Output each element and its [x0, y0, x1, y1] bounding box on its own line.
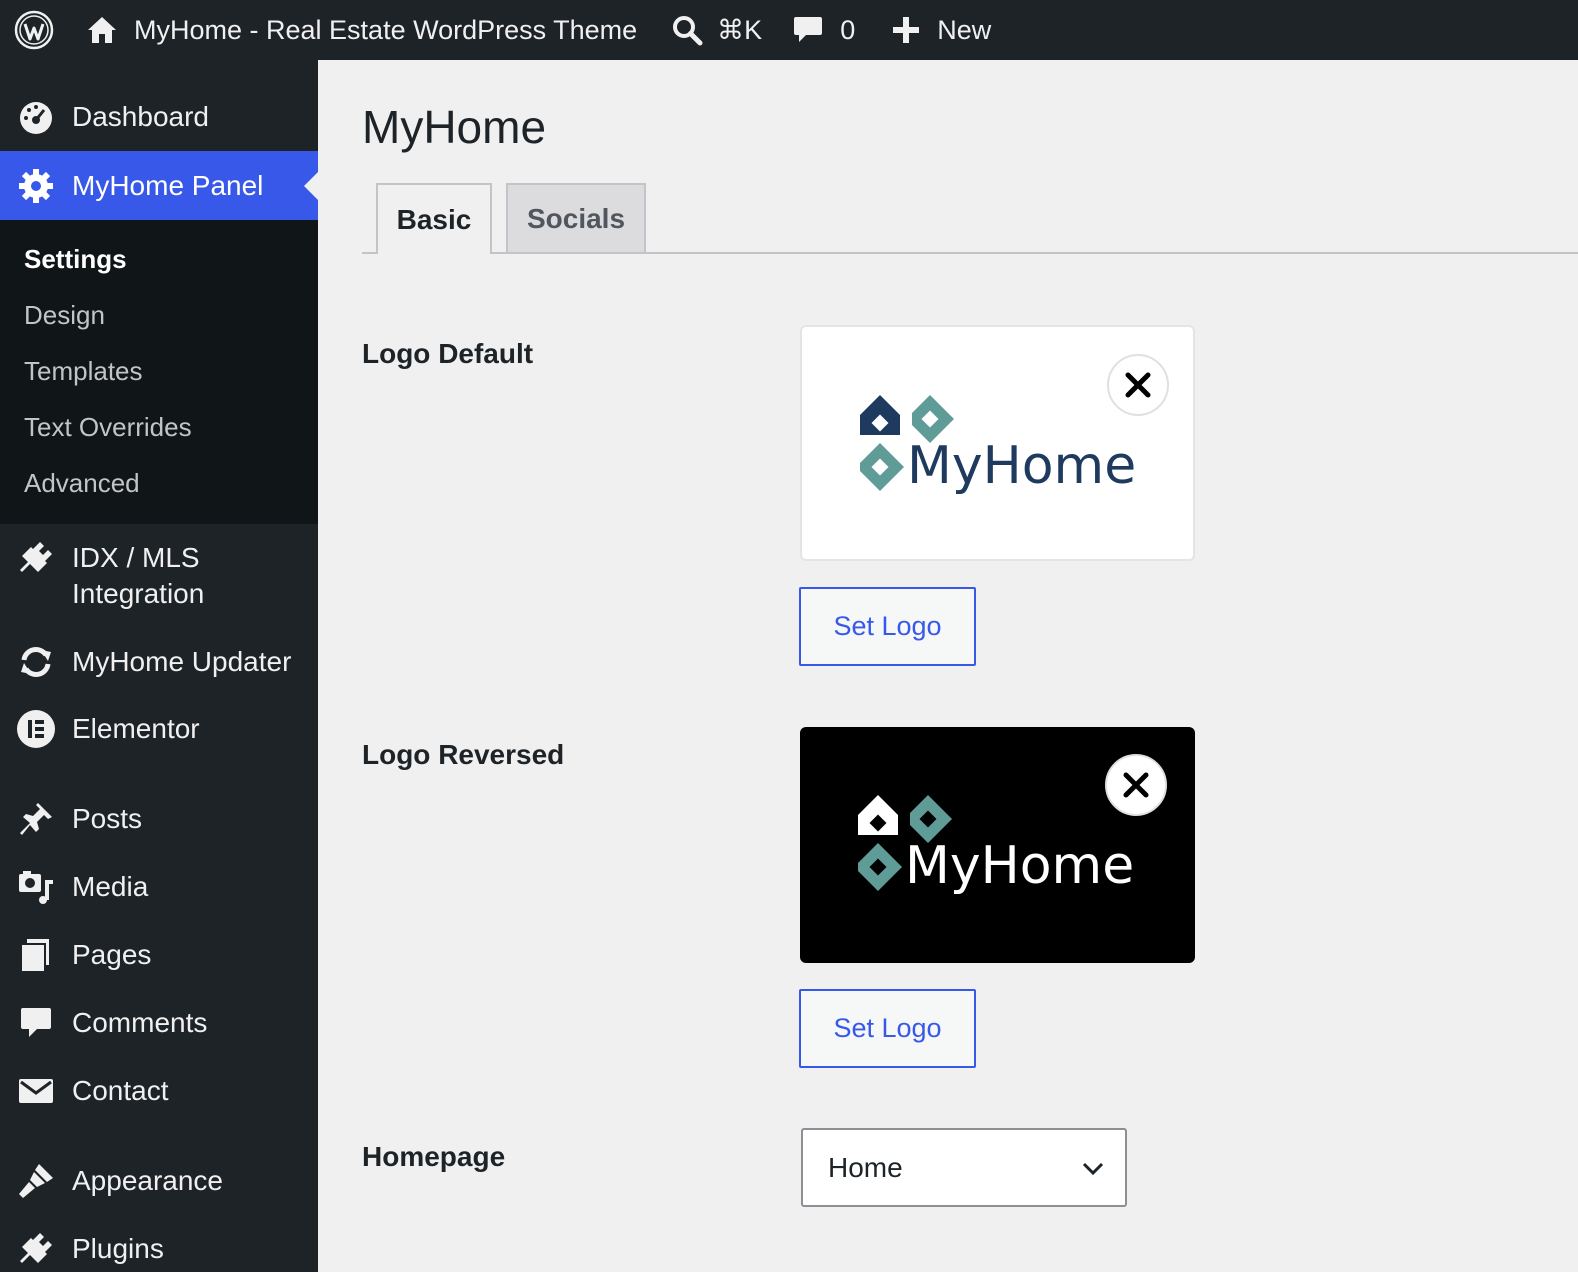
menu-item-elementor[interactable]: Elementor	[0, 709, 318, 749]
homepage-label: Homepage	[362, 1141, 506, 1172]
logo-reversed-label: Logo Reversed	[362, 739, 565, 770]
menu-item-pages[interactable]: Pages	[0, 937, 318, 973]
elementor-icon	[16, 709, 56, 749]
comment-icon	[16, 1003, 56, 1043]
logo-wordmark: MyHome	[907, 436, 1136, 495]
paintbrush-icon	[16, 1161, 56, 1201]
menu-label-myhome-panel: MyHome Panel	[72, 169, 264, 201]
menu-item-myhome-panel[interactable]: MyHome Panel	[0, 151, 318, 220]
wordpress-logo-button[interactable]	[0, 0, 68, 60]
menu-label-dashboard: Dashboard	[72, 101, 209, 132]
menu-label-posts: Posts	[72, 803, 143, 834]
submenu-text-overrides[interactable]: Text Overrides	[24, 412, 192, 443]
menu-label-comments: Comments	[72, 1007, 208, 1038]
menu-item-plugins[interactable]: Plugins	[0, 1231, 318, 1267]
gear-icon	[16, 166, 56, 206]
command-palette-button[interactable]: ⌘K	[671, 0, 762, 60]
dashboard-gauge-icon	[16, 97, 56, 137]
submenu-advanced[interactable]: Advanced	[24, 468, 140, 499]
myhome-submenu: Settings Design Templates Text Overrides…	[0, 220, 318, 524]
logo-reversed-preview: MyHome	[800, 727, 1195, 963]
comments-count: 0	[840, 14, 856, 45]
logo-default-label: Logo Default	[362, 338, 534, 369]
homepage-select-value: Home	[828, 1151, 903, 1183]
wordpress-icon	[14, 10, 54, 50]
myhome-logo-reversed-image: MyHome	[858, 795, 1134, 895]
menu-item-appearance[interactable]: Appearance	[0, 1163, 318, 1199]
page-title: MyHome	[362, 101, 547, 153]
new-label: New	[937, 14, 992, 45]
menu-item-myhome-updater[interactable]: MyHome Updater	[0, 644, 318, 680]
search-icon	[673, 16, 703, 46]
menu-label-media: Media	[72, 871, 149, 902]
logo-default-preview: MyHome	[800, 325, 1195, 561]
submenu-settings[interactable]: Settings	[24, 244, 127, 275]
remove-logo-default-button[interactable]	[1107, 354, 1169, 416]
site-name-link[interactable]: MyHome - Real Estate WordPress Theme	[68, 0, 637, 60]
admin-bar: MyHome - Real Estate WordPress Theme ⌘K …	[0, 0, 1578, 60]
menu-label-idx-line2: Integration	[72, 578, 205, 609]
plus-icon	[893, 17, 920, 43]
set-logo-reversed-button[interactable]: Set Logo	[799, 989, 976, 1068]
menu-item-media[interactable]: Media	[0, 869, 318, 905]
submenu-design[interactable]: Design	[24, 300, 105, 331]
myhome-logo-image: MyHome	[860, 395, 1136, 495]
menu-item-comments[interactable]: Comments	[0, 1005, 318, 1041]
menu-label-plugins: Plugins	[72, 1233, 164, 1264]
tab-basic[interactable]: Basic	[376, 183, 492, 254]
menu-label-elementor: Elementor	[72, 713, 200, 744]
menu-item-dashboard[interactable]: Dashboard	[0, 84, 318, 150]
comment-bubble-icon	[794, 17, 823, 42]
set-logo-default-button[interactable]: Set Logo	[799, 587, 976, 666]
search-shortcut: ⌘K	[717, 14, 763, 45]
menu-label-appearance: Appearance	[72, 1165, 224, 1196]
plugin-plug-icon	[16, 538, 56, 578]
comments-link[interactable]: 0	[792, 0, 855, 60]
plugins-plug-icon	[16, 1229, 56, 1269]
media-camera-music-icon	[16, 867, 56, 907]
menu-item-posts[interactable]: Posts	[0, 801, 318, 837]
home-icon	[88, 17, 116, 43]
menu-label-idx-line1: IDX / MLS	[72, 542, 200, 573]
menu-item-contact[interactable]: Contact	[0, 1073, 318, 1109]
menu-label-pages: Pages	[72, 939, 152, 970]
new-content-button[interactable]: New	[891, 0, 991, 60]
menu-item-idx-mls[interactable]: IDX / MLS Integration	[0, 532, 318, 636]
menu-label-myhome-updater: MyHome Updater	[72, 646, 292, 677]
site-name: MyHome - Real Estate WordPress Theme	[134, 14, 638, 45]
tabs-divider	[362, 252, 1578, 254]
pages-icon	[16, 935, 56, 975]
tab-socials[interactable]: Socials	[506, 183, 646, 252]
submenu-templates[interactable]: Templates	[24, 356, 143, 387]
refresh-icon	[16, 642, 56, 682]
chevron-down-icon	[1082, 1162, 1104, 1176]
menu-label-contact: Contact	[72, 1075, 169, 1106]
pushpin-icon	[16, 799, 56, 839]
remove-logo-reversed-button[interactable]	[1105, 754, 1167, 816]
admin-sidebar: Dashboard MyHome Panel Settings Design T…	[0, 60, 318, 1272]
homepage-select[interactable]: Home	[801, 1128, 1127, 1207]
current-menu-arrow	[304, 171, 318, 200]
close-icon	[1123, 772, 1149, 798]
envelope-icon	[16, 1071, 56, 1111]
logo-reversed-wordmark: MyHome	[905, 836, 1134, 895]
close-icon	[1125, 372, 1151, 398]
